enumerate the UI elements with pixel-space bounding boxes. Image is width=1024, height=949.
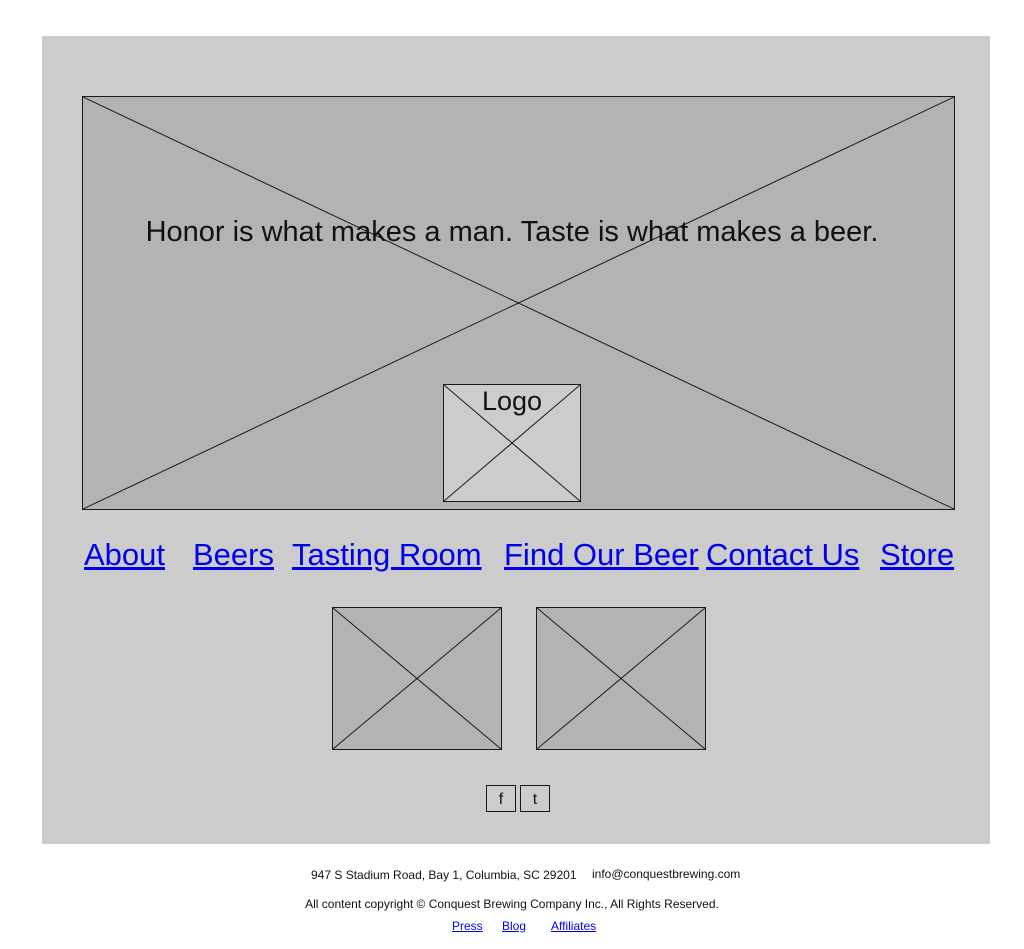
- feature-image-placeholder[interactable]: [536, 607, 706, 750]
- nav-link-beers[interactable]: Beers: [193, 537, 274, 573]
- twitter-icon: t: [532, 791, 538, 808]
- footer-email[interactable]: info@conquestbrewing.com: [592, 867, 740, 881]
- nav-link-about[interactable]: About: [84, 537, 165, 573]
- footer-link-press[interactable]: Press: [452, 919, 483, 933]
- facebook-icon: f: [498, 791, 504, 808]
- nav-link-store[interactable]: Store: [880, 537, 954, 573]
- hero-tagline: Honor is what makes a man. Taste is what…: [145, 216, 879, 248]
- footer-link-affiliates[interactable]: Affiliates: [551, 919, 596, 933]
- footer-link-blog[interactable]: Blog: [502, 919, 526, 933]
- logo-label: Logo: [481, 386, 543, 416]
- nav-link-tasting-room[interactable]: Tasting Room: [292, 537, 482, 573]
- placeholder-cross-icon: [537, 608, 705, 749]
- footer-copyright: All content copyright © Conquest Brewing…: [305, 897, 719, 911]
- logo[interactable]: Logo: [443, 384, 581, 502]
- facebook-button[interactable]: f: [486, 785, 516, 812]
- nav-link-find-our-beer[interactable]: Find Our Beer: [504, 537, 699, 573]
- twitter-button[interactable]: t: [520, 785, 550, 812]
- feature-image-placeholder[interactable]: [332, 607, 502, 750]
- placeholder-cross-icon: [333, 608, 501, 749]
- nav-link-contact-us[interactable]: Contact Us: [706, 537, 859, 573]
- footer-address: 947 S Stadium Road, Bay 1, Columbia, SC …: [311, 868, 577, 882]
